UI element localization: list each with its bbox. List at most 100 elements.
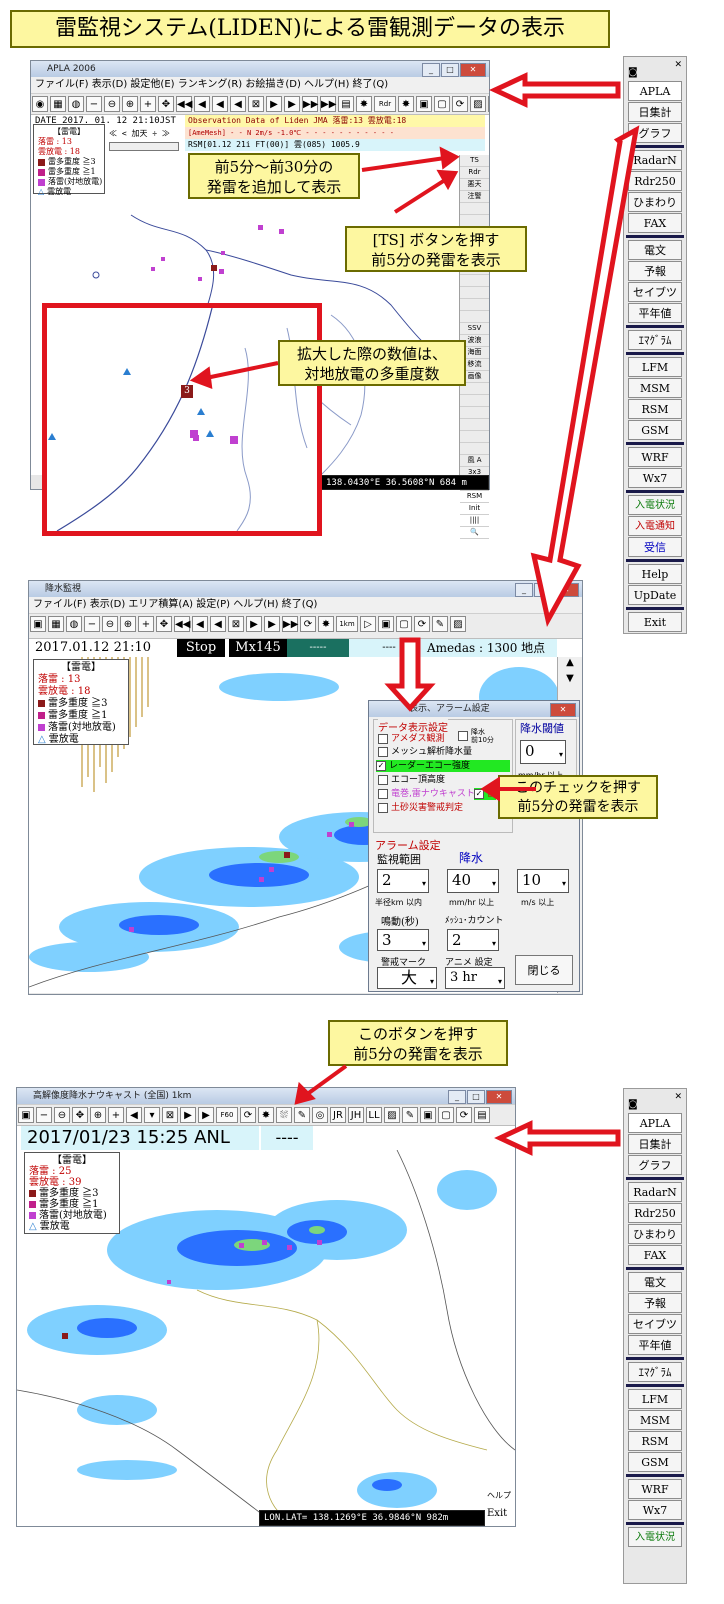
toolbar-button[interactable]: ◎ bbox=[312, 1107, 328, 1123]
toolbar-button[interactable]: ✎ bbox=[294, 1107, 310, 1123]
vertical-toolbar-button[interactable] bbox=[460, 287, 489, 299]
sidebar-button[interactable]: WRF bbox=[628, 1479, 682, 1499]
vertical-toolbar-button[interactable] bbox=[460, 299, 489, 311]
toolbar-button[interactable]: + bbox=[108, 1107, 124, 1123]
apla-slider[interactable] bbox=[109, 142, 179, 151]
close-icon[interactable]: ✕ bbox=[460, 63, 486, 77]
vertical-toolbar-button[interactable]: TS bbox=[460, 155, 489, 167]
toolbar-button[interactable]: ◀ bbox=[126, 1107, 142, 1123]
check-echo[interactable]: エコー頂高度 bbox=[378, 774, 445, 786]
sidebar-button[interactable]: ｴﾏｸﾞﾗﾑ bbox=[628, 1362, 682, 1382]
sidebar-button[interactable]: 電文 bbox=[628, 240, 682, 260]
toolbar-button[interactable]: + bbox=[140, 96, 156, 112]
maximize-icon[interactable]: □ bbox=[467, 1090, 485, 1104]
sidebar-button[interactable]: セイブツ bbox=[628, 1314, 682, 1334]
toolbar-button[interactable]: − bbox=[84, 616, 100, 632]
sidebar-button[interactable]: RSM bbox=[628, 1431, 682, 1451]
check-amedas[interactable]: アメダス観測 bbox=[378, 733, 445, 745]
toolbar-button[interactable]: ▨ bbox=[384, 1107, 400, 1123]
vertical-toolbar-button[interactable]: SSV bbox=[460, 323, 489, 335]
toolbar-button[interactable]: ✥ bbox=[158, 96, 174, 112]
toolbar-button[interactable]: ◀ bbox=[192, 616, 208, 632]
toolbar-button[interactable]: ▦ bbox=[50, 96, 66, 112]
toolbar-button[interactable]: ⊕ bbox=[90, 1107, 106, 1123]
sound-select[interactable]: 3 ▾ bbox=[377, 929, 429, 951]
sidebar-button[interactable]: 日集計 bbox=[628, 1134, 682, 1154]
maximize-icon[interactable]: □ bbox=[441, 63, 459, 77]
vertical-toolbar-button[interactable]: Init bbox=[460, 503, 489, 515]
toolbar-button[interactable]: ⊕ bbox=[122, 96, 138, 112]
vertical-toolbar-button[interactable]: 風 A bbox=[460, 455, 489, 467]
sidebar-button[interactable]: 受信 bbox=[628, 537, 682, 557]
toolbar-button[interactable]: ✸ bbox=[356, 96, 372, 112]
toolbar-button[interactable]: NM bbox=[488, 96, 489, 112]
toolbar-button[interactable]: ▶ bbox=[266, 96, 282, 112]
sidebar-button[interactable]: LFM bbox=[628, 357, 682, 377]
sidebar-button[interactable]: APLA bbox=[628, 81, 682, 101]
close-icon[interactable]: ✕ bbox=[674, 1092, 682, 1102]
toolbar-button[interactable]: ▣ bbox=[420, 1107, 436, 1123]
toolbar-button[interactable]: ▢ bbox=[438, 1107, 454, 1123]
sidebar-button[interactable]: グラフ bbox=[628, 1155, 682, 1175]
toolbar-button[interactable]: LL bbox=[366, 1107, 382, 1123]
close-icon[interactable]: ✕ bbox=[553, 583, 579, 597]
warn-select[interactable]: 大 ▾ bbox=[377, 967, 437, 989]
check-thunder[interactable]: ✓ 雷 bbox=[474, 788, 497, 800]
sidebar-button[interactable]: ｴﾏｸﾞﾗﾑ bbox=[628, 330, 682, 350]
vertical-toolbar-button[interactable] bbox=[460, 275, 489, 287]
toolbar-button[interactable]: ▣ bbox=[18, 1107, 34, 1123]
sidebar-button[interactable]: 日集計 bbox=[628, 102, 682, 122]
sidebar-button[interactable]: MSM bbox=[628, 1410, 682, 1430]
sidebar-button[interactable]: GSM bbox=[628, 420, 682, 440]
toolbar-button[interactable]: ▤ bbox=[338, 96, 354, 112]
sidebar-button[interactable]: 入電状況 bbox=[628, 495, 682, 515]
scroll-down-icon[interactable]: ▼ bbox=[558, 673, 582, 689]
toolbar-button[interactable]: ▢ bbox=[434, 96, 450, 112]
toolbar-button[interactable]: ⟳ bbox=[300, 616, 316, 632]
sidebar-button[interactable]: Rdr250 bbox=[628, 171, 682, 191]
sidebar-button[interactable]: ひまわり bbox=[628, 192, 682, 212]
toolbar-button[interactable]: Rdr bbox=[374, 96, 396, 112]
toolbar-button[interactable]: ◍ bbox=[68, 96, 84, 112]
toolbar-button[interactable]: ▶ bbox=[180, 1107, 196, 1123]
sidebar-button[interactable]: RadarN bbox=[628, 1182, 682, 1202]
sidebar-button[interactable]: セイブツ bbox=[628, 282, 682, 302]
toolbar-button[interactable]: ▣ bbox=[378, 616, 394, 632]
toolbar-button[interactable]: − bbox=[36, 1107, 52, 1123]
vertical-toolbar-button[interactable] bbox=[460, 203, 489, 215]
toolbar-button[interactable]: ◀ bbox=[210, 616, 226, 632]
sidebar-button[interactable]: RadarN bbox=[628, 150, 682, 170]
vertical-toolbar-button[interactable] bbox=[460, 395, 489, 407]
toolbar-button[interactable]: ⊠ bbox=[248, 96, 264, 112]
nowcast-exit[interactable]: Exit bbox=[487, 1508, 507, 1519]
check-radar[interactable]: ✓ レーダーエコー強度 bbox=[376, 760, 510, 772]
sidebar-button[interactable]: Rdr250 bbox=[628, 1203, 682, 1223]
vertical-toolbar-button[interactable]: Rdr bbox=[460, 167, 489, 179]
scroll-up-icon[interactable]: ▲ bbox=[558, 657, 582, 673]
sidebar-button[interactable]: MSM bbox=[628, 378, 682, 398]
check-rain10[interactable]: 降水 前10分 bbox=[458, 728, 494, 744]
toolbar-button[interactable]: ✸ bbox=[398, 96, 414, 112]
toolbar-button[interactable]: ▤ bbox=[474, 1107, 490, 1123]
toolbar-button[interactable]: ◀ bbox=[194, 96, 210, 112]
minimize-icon[interactable]: _ bbox=[515, 583, 533, 597]
toolbar-button[interactable]: 1km bbox=[336, 616, 358, 632]
mesh-count-select[interactable]: 2 ▾ bbox=[447, 929, 499, 951]
toolbar-button[interactable]: ▷ bbox=[360, 616, 376, 632]
toolbar-button[interactable]: ▦ bbox=[48, 616, 64, 632]
close-icon[interactable]: ✕ bbox=[674, 60, 682, 70]
toolbar-button[interactable]: ⊖ bbox=[54, 1107, 70, 1123]
sidebar-button[interactable]: 予報 bbox=[628, 261, 682, 281]
sidebar-button[interactable]: APLA bbox=[628, 1113, 682, 1133]
toolbar-button[interactable]: ▶▶ bbox=[320, 96, 336, 112]
vertical-toolbar-button[interactable] bbox=[460, 311, 489, 323]
toolbar-button[interactable]: ◀◀ bbox=[176, 96, 192, 112]
toolbar-button[interactable]: ▨ bbox=[450, 616, 466, 632]
toolbar-button[interactable]: ▶ bbox=[264, 616, 280, 632]
wind-select[interactable]: 10 ▾ bbox=[517, 869, 569, 893]
sidebar-button[interactable]: FAX bbox=[628, 1245, 682, 1265]
check-landslide[interactable]: 土砂災害警戒判定 bbox=[378, 802, 463, 814]
apla-nav[interactable]: ≪ < 加天 ÷ ≫ bbox=[109, 128, 170, 140]
sidebar-button[interactable]: FAX bbox=[628, 213, 682, 233]
toolbar-button[interactable]: ◉ bbox=[32, 96, 48, 112]
